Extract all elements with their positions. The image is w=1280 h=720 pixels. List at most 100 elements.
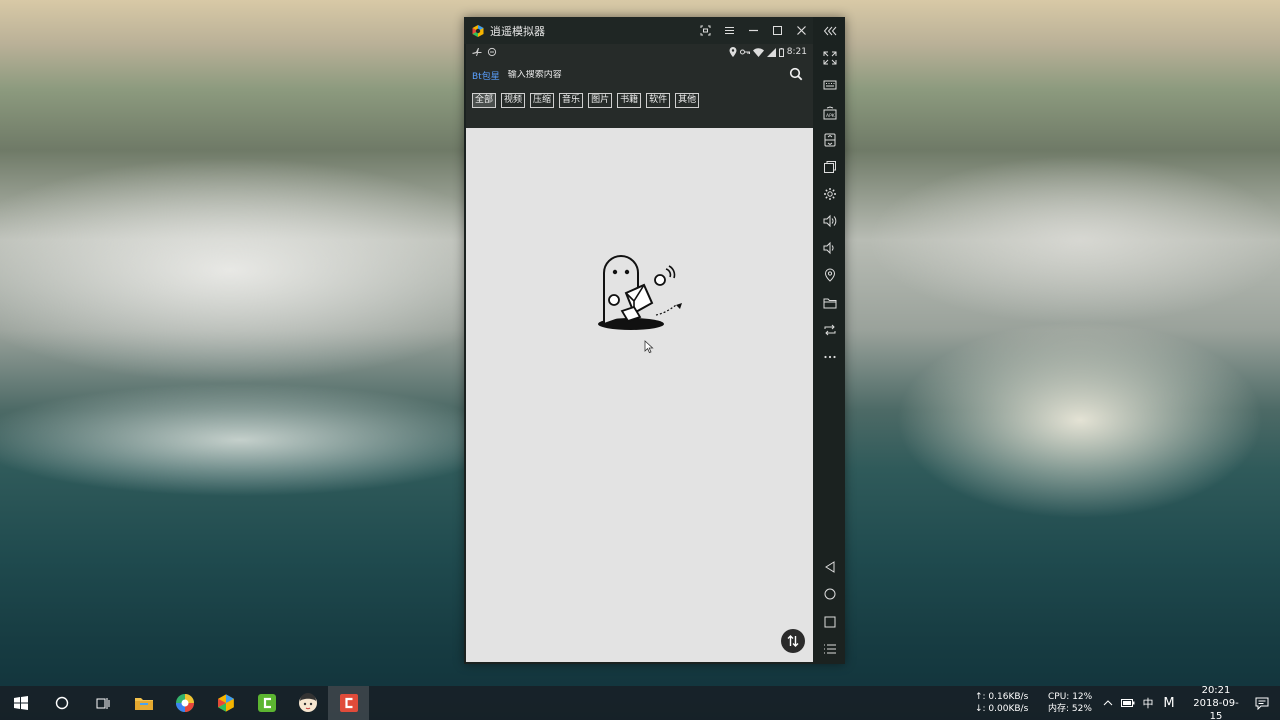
folder-icon — [823, 298, 837, 309]
taskbar-emulator[interactable] — [205, 686, 246, 720]
recents-button[interactable] — [822, 614, 838, 630]
maximize-icon — [772, 26, 782, 35]
task-view-button[interactable] — [82, 686, 123, 720]
collapse-sidebar-button[interactable] — [822, 23, 838, 39]
minimize-icon — [748, 29, 758, 32]
taskbar-avatar-app[interactable] — [287, 686, 328, 720]
search-icon[interactable] — [789, 67, 803, 81]
task-view-icon — [96, 698, 109, 709]
tab-video[interactable]: 视频 — [501, 93, 526, 108]
settings-button[interactable] — [822, 186, 838, 202]
color-app-icon — [175, 694, 194, 712]
collapse-icon — [823, 26, 837, 36]
signal-icon — [766, 47, 776, 57]
close-icon — [796, 26, 806, 35]
more-button[interactable] — [822, 349, 838, 365]
tab-music[interactable]: 音乐 — [559, 93, 584, 108]
emulator-icon — [217, 694, 234, 712]
screenshot-button[interactable] — [693, 17, 717, 44]
chevron-up-icon — [1103, 700, 1113, 706]
emulator-titlebar[interactable]: 逍遥模拟器 — [464, 17, 813, 44]
tab-image[interactable]: 图片 — [588, 93, 613, 108]
cortana-button[interactable] — [41, 686, 82, 720]
back-button[interactable] — [822, 559, 838, 575]
apk-install-button[interactable]: APK — [822, 105, 838, 121]
android-screen[interactable]: 8:21 Bt包星 全部 视频 压缩 音乐 图片 书籍 软件 其他 — [466, 44, 813, 662]
tab-all[interactable]: 全部 — [472, 93, 497, 108]
clock-date: 2018-09-15 — [1193, 697, 1239, 720]
back-icon — [825, 561, 835, 573]
list-icon — [824, 644, 836, 654]
menu-icon — [724, 27, 734, 34]
windows-taskbar: ↑: 0.16KB/s ↓: 0.00KB/s CPU: 12% 内存: 52%… — [0, 684, 1280, 720]
home-button[interactable] — [822, 586, 838, 602]
ime-indicator-label: M — [1163, 695, 1175, 711]
sort-toggle-button[interactable] — [781, 629, 805, 653]
android-statusbar: 8:21 — [466, 44, 813, 60]
airplane-icon — [472, 48, 482, 56]
battery-tray-icon — [1121, 699, 1135, 707]
mouse-cursor-icon — [644, 340, 654, 354]
location-button[interactable] — [822, 267, 838, 283]
window-button[interactable] — [822, 159, 838, 175]
tray-overflow-button[interactable] — [1098, 686, 1118, 720]
folder-button[interactable] — [822, 295, 838, 311]
screenshot-icon — [700, 25, 710, 36]
close-button[interactable] — [789, 17, 813, 44]
rotate-button[interactable] — [822, 322, 838, 338]
more-icon — [824, 355, 836, 359]
ime-indicator-button[interactable]: M — [1158, 686, 1180, 720]
list-button[interactable] — [822, 641, 838, 657]
taskbar-file-explorer[interactable] — [123, 686, 164, 720]
apk-install-icon: APK — [823, 106, 837, 120]
fullscreen-button[interactable] — [822, 50, 838, 66]
emulator-sidebar: APK — [815, 17, 845, 664]
multi-instance-button[interactable] — [822, 132, 838, 148]
clock[interactable]: 20:21 2018-09-15 — [1188, 684, 1244, 720]
red-app-icon — [339, 694, 358, 712]
minimize-button[interactable] — [741, 17, 765, 44]
empty-state-ghost-icon — [598, 255, 682, 330]
battery-button[interactable] — [1118, 686, 1138, 720]
ime-mode-button[interactable]: 中 — [1138, 686, 1158, 720]
start-button[interactable] — [0, 686, 41, 720]
file-explorer-icon — [134, 698, 153, 710]
camtasia-icon — [257, 694, 276, 712]
search-row: Bt包星 — [466, 60, 813, 90]
tab-archive[interactable]: 压缩 — [530, 93, 555, 108]
taskbar-red-app[interactable] — [328, 686, 369, 720]
key-icon — [739, 49, 750, 55]
maximize-button[interactable] — [765, 17, 789, 44]
sync-icon — [487, 47, 497, 57]
battery-icon — [778, 47, 784, 57]
keyboard-button[interactable] — [822, 77, 838, 93]
volume-up-icon — [823, 214, 837, 228]
ime-mode-label: 中 — [1142, 697, 1154, 710]
tab-software[interactable]: 软件 — [646, 93, 671, 108]
menu-button[interactable] — [717, 17, 741, 44]
net-download-speed: ↓: 0.00KB/s — [975, 704, 1029, 714]
volume-down-button[interactable] — [822, 240, 838, 256]
app-brand[interactable]: Bt包星 — [472, 69, 500, 82]
tab-other[interactable]: 其他 — [675, 93, 700, 108]
taskbar-color-app[interactable] — [164, 686, 205, 720]
tab-books[interactable]: 书籍 — [617, 93, 642, 108]
window-icon — [824, 161, 836, 173]
notification-button[interactable] — [1244, 686, 1280, 720]
network-speed: ↑: 0.16KB/s ↓: 0.00KB/s — [975, 691, 1035, 715]
status-time: 8:21 — [786, 47, 807, 57]
location-status-icon — [729, 47, 737, 57]
notification-icon — [1255, 697, 1269, 710]
rotate-icon — [824, 324, 836, 336]
emulator-title: 逍遥模拟器 — [490, 24, 545, 38]
search-input[interactable] — [507, 70, 768, 80]
category-tabs: 全部 视频 压缩 音乐 图片 书籍 软件 其他 — [466, 93, 813, 108]
emulator-window: 逍遥模拟器 8:21 Bt包星 输入搜索内容 全部 视频 压缩 音乐 图片 书籍… — [464, 17, 845, 664]
volume-up-button[interactable] — [822, 213, 838, 229]
taskbar-camtasia[interactable] — [246, 686, 287, 720]
net-upload-speed: ↑: 0.16KB/s — [975, 692, 1029, 702]
resource-usage: CPU: 12% 内存: 52% — [1048, 691, 1098, 715]
location-icon — [824, 268, 836, 282]
app-header: Bt包星 全部 视频 压缩 音乐 图片 书籍 软件 其他 — [466, 60, 813, 128]
avatar-app-icon — [298, 693, 317, 712]
